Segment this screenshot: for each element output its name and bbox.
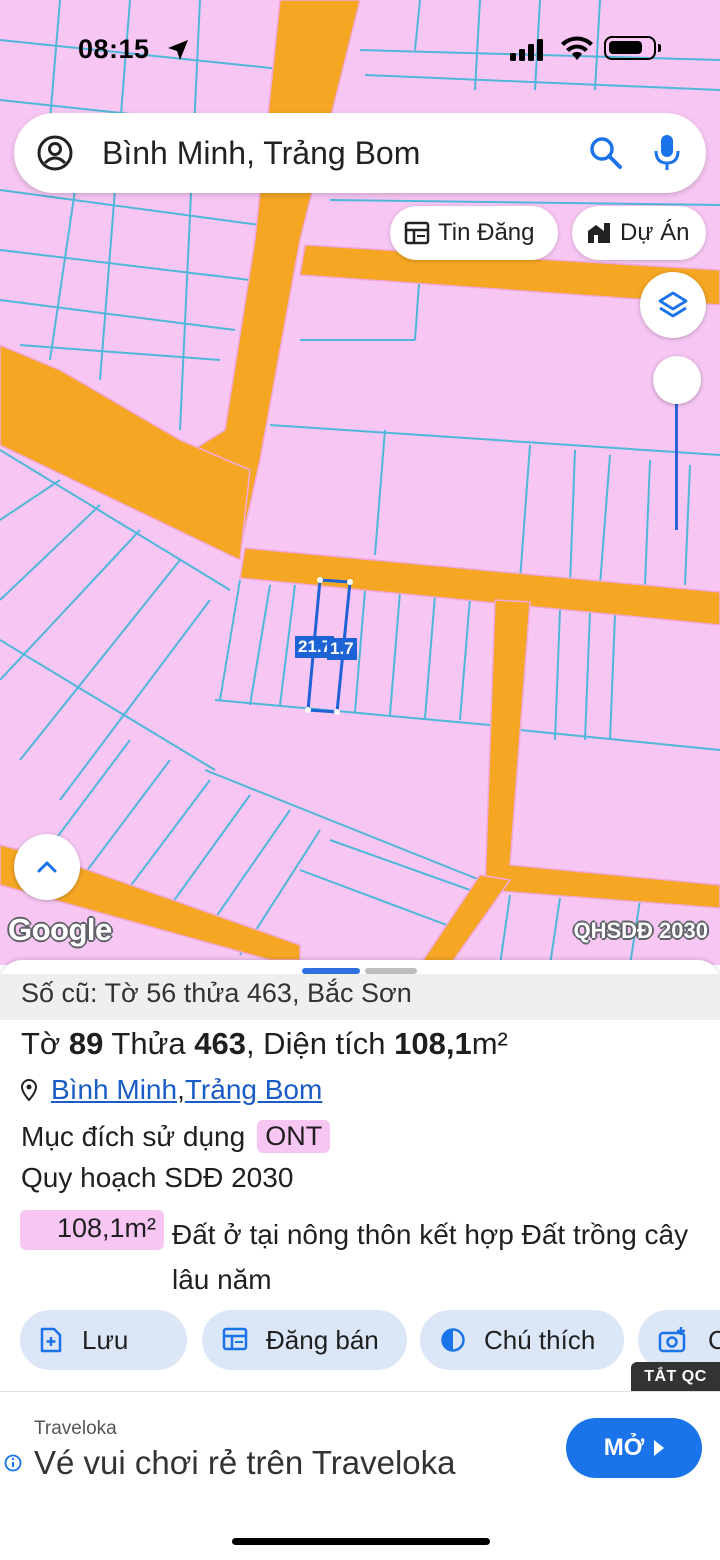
post-sale-button-label: Đăng bán [266, 1324, 379, 1355]
home-indicator[interactable] [232, 1538, 490, 1545]
camera-add-icon [658, 1327, 686, 1353]
layers-button[interactable] [640, 272, 706, 338]
capture-button[interactable]: C [638, 1310, 720, 1370]
listings-chip-label: Tin Đăng [438, 219, 535, 246]
legend-button-label: Chú thích [484, 1324, 596, 1355]
google-logo: Google [8, 912, 112, 947]
land-purpose-row: Mục đích sử dụng ONT [21, 1120, 331, 1153]
ad-open-button[interactable]: MỞ [566, 1418, 702, 1478]
search-input[interactable]: Bình Minh, Trảng Bom [102, 135, 420, 172]
expand-up-button[interactable] [14, 834, 80, 900]
close-ad-button[interactable]: TẮT QC [631, 1362, 720, 1392]
action-buttons: Lưu Đăng bán Chú thích C [20, 1310, 720, 1372]
chevron-up-icon [37, 861, 57, 873]
land-purpose-label: Mục đích sử dụng [21, 1120, 246, 1152]
listing-icon [404, 221, 430, 245]
search-bar[interactable]: Bình Minh, Trảng Bom [14, 113, 706, 193]
cellular-signal-icon [510, 39, 543, 61]
parcel-area: 108,1 [394, 1026, 472, 1061]
contrast-icon [441, 1328, 465, 1352]
parcel-address: Bình Minh, Trảng Bom [21, 1074, 322, 1106]
map-layer-label: QHSDĐ 2030 [573, 918, 708, 943]
sheet-number: 89 [68, 1026, 104, 1061]
wifi-icon [561, 36, 593, 60]
play-arrow-icon [654, 1440, 665, 1456]
account-icon[interactable] [36, 134, 74, 172]
map-view[interactable]: 21.7 1.7 08:15 Bình Minh, Trảng Bom Tin … [0, 0, 720, 965]
location-arrow-icon [168, 40, 188, 60]
address-link-ward[interactable]: Bình Minh [51, 1074, 177, 1106]
parcel-title: Tờ 89 Thửa 463, Diện tích 108,1m² [21, 1026, 508, 1061]
old-parcel-number: Số cũ: Tờ 56 thửa 463, Bắc Sơn [0, 974, 720, 1020]
status-bar: 08:15 [0, 0, 720, 100]
listings-chip[interactable]: Tin Đăng [390, 206, 558, 260]
save-button-label: Lưu [82, 1324, 129, 1355]
layers-icon [658, 291, 688, 318]
parcel-number: 463 [194, 1026, 246, 1061]
address-link-district[interactable]: Trảng Bom [185, 1074, 322, 1106]
opacity-slider-handle[interactable] [653, 356, 701, 404]
ad-brand: Traveloka [34, 1418, 117, 1439]
plan-label: Quy hoạch SDĐ 2030 [21, 1162, 294, 1193]
land-purpose-badge: ONT [257, 1120, 331, 1153]
location-pin-icon [21, 1079, 37, 1101]
add-file-icon [40, 1327, 62, 1353]
ad-banner[interactable]: Traveloka Vé vui chơi rẻ trên Traveloka … [0, 1391, 720, 1503]
listing-icon [222, 1327, 248, 1351]
projects-chip-label: Dự Án [620, 219, 690, 246]
save-button[interactable]: Lưu [20, 1310, 187, 1370]
plan-description: Đất ở tại nông thôn kết hợp Đất trồng câ… [172, 1219, 689, 1295]
ad-headline: Vé vui chơi rẻ trên Traveloka [34, 1444, 456, 1481]
dimension-label-right: 1.7 [327, 638, 357, 660]
post-sale-button[interactable]: Đăng bán [202, 1310, 407, 1370]
status-time: 08:15 [78, 34, 150, 64]
battery-icon [604, 36, 661, 60]
legend-button[interactable]: Chú thích [420, 1310, 624, 1370]
projects-chip[interactable]: Dự Án [572, 206, 706, 260]
microphone-icon[interactable] [652, 133, 682, 173]
building-icon [588, 223, 610, 243]
capture-button-label: C [708, 1324, 720, 1355]
info-icon[interactable] [4, 1454, 22, 1472]
plan-area-badge: 108,1m² [20, 1210, 164, 1250]
search-icon[interactable] [588, 135, 624, 171]
